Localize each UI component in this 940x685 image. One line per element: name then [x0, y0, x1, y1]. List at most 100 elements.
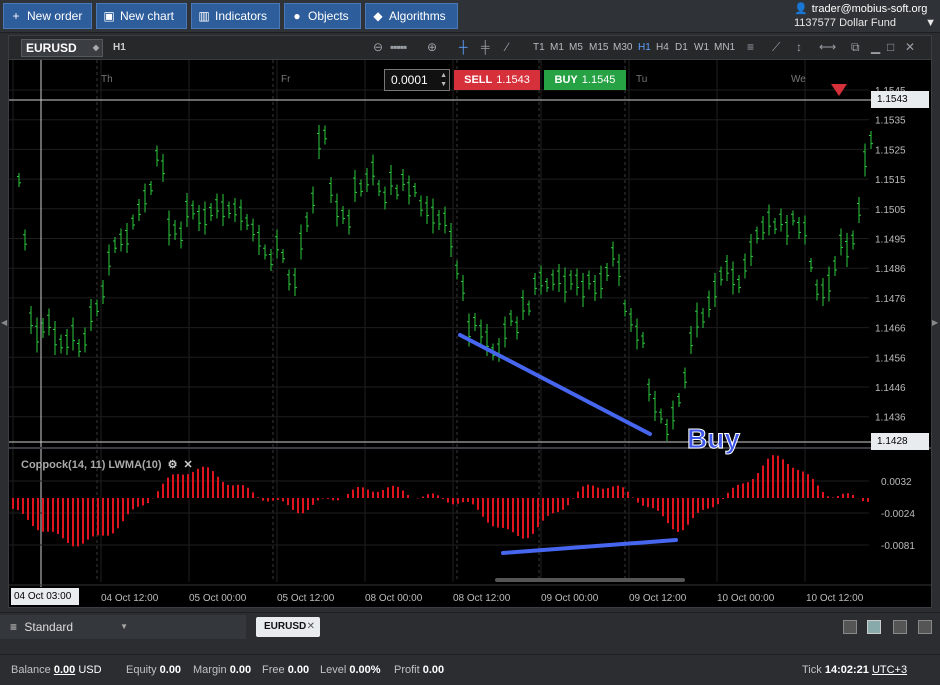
timeframe-m30[interactable]: M30 — [613, 42, 632, 53]
balance-item: Balance 0.00 USD — [11, 664, 102, 676]
profit-label: Profit — [394, 664, 420, 676]
account-fund: Dollar Fund — [839, 17, 896, 29]
day-marker-label: Tu — [636, 74, 647, 85]
zoom-in-icon[interactable]: ⊕ — [427, 40, 437, 54]
level-item: Level 0.00% — [320, 664, 381, 676]
price-tick-label: 1.1446 — [875, 383, 906, 394]
line-style-icon[interactable]: ∕ — [506, 40, 508, 54]
symbol-selector[interactable]: EURUSD ◆ — [21, 39, 103, 57]
timeframe-m15[interactable]: M15 — [589, 42, 608, 53]
timezone[interactable]: UTC+3 — [872, 664, 907, 676]
tick-time: 14:02:21 — [824, 664, 869, 676]
bar-style-icon[interactable]: ┼ — [459, 40, 468, 54]
account-email: trader@mobius-soft.org — [811, 2, 928, 15]
chevron-down-icon: ▼ — [120, 622, 128, 631]
chart-window: EURUSD ◆ H1 ⊖ ▪▪▪▪▪ ⊕ ┼ ╪ ∕ T1 M1 M5 M15 M30… — [8, 35, 932, 608]
timeframe-w1[interactable]: W1 — [694, 42, 709, 53]
layout-columns-icon[interactable] — [893, 620, 907, 634]
tick-label: Tick — [802, 664, 822, 676]
timeframe-t1[interactable]: T1 — [533, 42, 545, 53]
equity-item: Equity 0.00 — [126, 664, 181, 676]
objects-label: Objects — [308, 9, 349, 23]
close-tab-icon[interactable]: ✕ — [307, 617, 315, 637]
margin-value: 0.00 — [229, 664, 252, 676]
buy-button[interactable]: BUY 1.1545 — [544, 70, 626, 90]
candle-style-icon[interactable]: ╪ — [481, 40, 490, 54]
quantity-input[interactable]: 0.0001 ▲ ▼ — [384, 69, 450, 91]
time-tick-label: 10 Oct 12:00 — [806, 593, 864, 604]
crosshair-price-top: 1.1543 — [871, 91, 929, 108]
chart-window-titlebar: EURUSD ◆ H1 ⊖ ▪▪▪▪▪ ⊕ ┼ ╪ ∕ T1 M1 M5 M15 M30… — [9, 36, 931, 60]
collapse-right-icon[interactable]: ▶ — [932, 318, 940, 327]
algorithms-button[interactable]: ◆ Algorithms — [365, 3, 458, 29]
drawing-tool-icon[interactable]: ⟋ — [772, 40, 780, 55]
indicator-tick-label: 0.0032 — [881, 477, 912, 488]
objects-button[interactable]: ● Objects — [284, 3, 361, 29]
balance-label: Balance — [11, 664, 51, 676]
buy-label: BUY — [554, 74, 578, 86]
maximize-icon[interactable]: □ — [887, 40, 894, 54]
timeframe-d1[interactable]: D1 — [675, 42, 688, 53]
price-tick-label: 1.1505 — [875, 205, 906, 216]
spinner-icon: ◆ — [92, 43, 99, 52]
time-tick-label: 05 Oct 00:00 — [189, 593, 247, 604]
zoom-scale-icon[interactable]: ▪▪▪▪▪ — [390, 40, 407, 54]
hamburger-icon: ≡ — [10, 620, 18, 634]
close-icon[interactable]: ✕ — [905, 40, 915, 54]
sell-price: 1.1543 — [496, 74, 530, 86]
algorithms-label: Algorithms — [389, 9, 446, 23]
account-number: 1137577 — [794, 17, 837, 29]
price-tick-label: 1.1525 — [875, 145, 906, 156]
layout-rows-icon[interactable] — [918, 620, 932, 634]
quantity-spinner-icon[interactable]: ▲ ▼ — [440, 71, 447, 89]
close-indicator-icon[interactable]: ✕ — [183, 458, 192, 471]
indicator-trendline — [501, 538, 678, 555]
timeframe-m1[interactable]: M1 — [550, 42, 564, 53]
buy-price: 1.1545 — [581, 74, 616, 86]
horizontal-fit-icon[interactable]: ⟷ — [819, 40, 836, 54]
layout-grid-icon[interactable] — [867, 620, 881, 634]
workspace-selector[interactable]: ≡ Standard ▼ — [0, 615, 246, 639]
indicator-header: Coppock(14, 11) LWMA(10) ⚙ ✕ — [21, 458, 193, 472]
price-trendline — [458, 333, 652, 436]
detach-icon[interactable]: ⧉ — [851, 40, 860, 55]
time-tick-label: 04 Oct 12:00 — [101, 593, 159, 604]
zoom-out-icon[interactable]: ⊖ — [373, 40, 383, 54]
bar-chart-icon: ▥ — [198, 9, 210, 23]
timeframe-h1[interactable]: H1 — [638, 42, 651, 53]
sell-button[interactable]: SELL 1.1543 — [454, 70, 540, 90]
vertical-fit-icon[interactable]: ↕ — [796, 40, 802, 54]
new-order-button[interactable]: + New order — [3, 3, 92, 29]
new-chart-button[interactable]: ▣ New chart — [96, 3, 187, 29]
profit-value: 0.00 — [422, 664, 445, 676]
price-tick-label: 1.1456 — [875, 353, 906, 364]
symbol-label: EURUSD — [26, 41, 77, 55]
depth-of-market-icon[interactable]: ≡ — [747, 40, 754, 54]
indicator-tick-label: -0.0024 — [881, 509, 915, 520]
workspace-bar: ≡ Standard ▼ EURUSD ✕ — [0, 612, 940, 640]
price-chart[interactable]: 1.1545 1.1535 1.1525 1.1515 1.1505 1.1495 1.14… — [9, 60, 931, 608]
equity-label: Equity — [126, 664, 157, 676]
chart-tab-eurusd[interactable]: EURUSD ✕ — [256, 617, 320, 637]
price-tick-label: 1.1515 — [875, 175, 906, 186]
account-panel[interactable]: 👤 trader@mobius-soft.org 1137577 Dollar … — [794, 2, 936, 30]
balance-value: 0.00 — [53, 664, 76, 676]
price-tick-label: 1.1495 — [875, 235, 906, 246]
indicators-button[interactable]: ▥ Indicators — [191, 3, 280, 29]
buy-annotation: Buy — [687, 423, 741, 455]
time-tick-label: 09 Oct 00:00 — [541, 593, 599, 604]
quantity-value: 0.0001 — [391, 73, 428, 87]
price-tick-label: 1.1486 — [875, 264, 906, 275]
new-order-label: New order — [27, 9, 83, 23]
day-marker-label: Th — [101, 74, 113, 85]
timeframe-mn1[interactable]: MN1 — [714, 42, 735, 53]
chevron-down-icon[interactable]: ▼ — [925, 17, 936, 29]
timeframe-m5[interactable]: M5 — [569, 42, 583, 53]
timeframe-h4[interactable]: H4 — [656, 42, 669, 53]
tick-item: Tick 14:02:21 UTC+3 — [802, 664, 907, 676]
minimize-icon[interactable]: ▁ — [871, 40, 880, 54]
crosshair-time: 04 Oct 03:00 — [11, 588, 79, 605]
gear-icon[interactable]: ⚙ — [168, 458, 178, 471]
chart-tab-label: EURUSD — [264, 621, 307, 632]
layout-single-icon[interactable] — [843, 620, 857, 634]
